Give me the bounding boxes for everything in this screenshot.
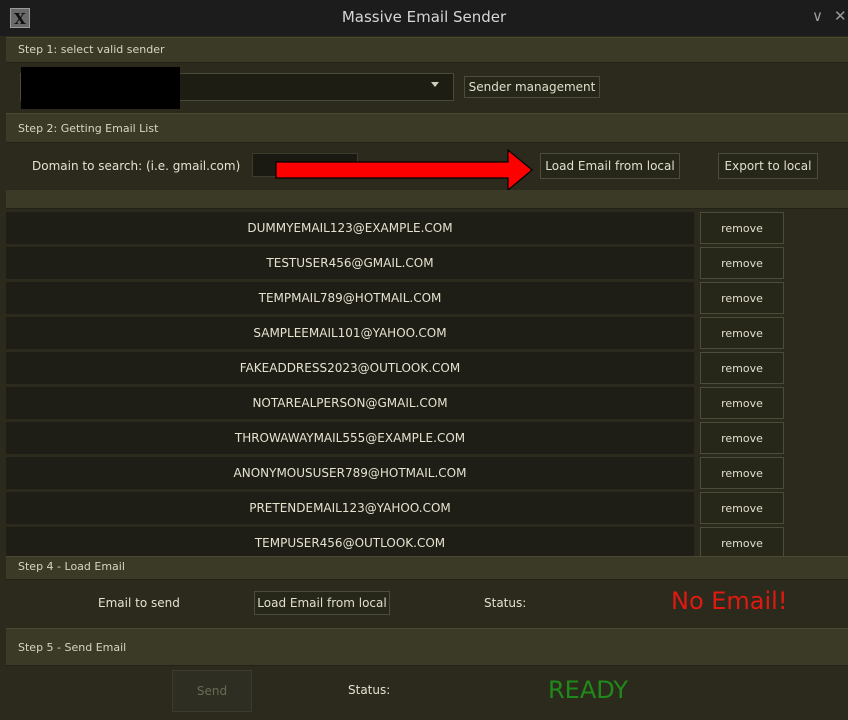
email-row: SAMPLEEMAIL101@YAHOO.COM	[6, 317, 694, 350]
step4-status-label: Status:	[484, 596, 527, 610]
remove-button[interactable]: remove	[700, 212, 784, 244]
email-address: SAMPLEEMAIL101@YAHOO.COM	[253, 326, 447, 340]
step4-label: Step 4 - Load Email	[18, 560, 125, 573]
red-arrow-icon	[275, 148, 533, 192]
send-button[interactable]: Send	[172, 670, 252, 712]
email-address: FAKEADDRESS2023@OUTLOOK.COM	[239, 361, 461, 375]
list-header-band	[6, 190, 848, 209]
step5-status-value: READY	[548, 676, 629, 704]
remove-button[interactable]: remove	[700, 282, 784, 314]
step1-label: Step 1: select valid sender	[18, 43, 165, 56]
load-email-button[interactable]: Load Email from local	[540, 153, 680, 179]
remove-button[interactable]: remove	[700, 527, 784, 559]
step5-header: Step 5 - Send Email	[6, 628, 848, 666]
step5-label: Step 5 - Send Email	[18, 641, 127, 654]
close-icon[interactable]: ✕	[834, 7, 847, 25]
email-row: FAKEADDRESS2023@OUTLOOK.COM	[6, 352, 694, 385]
email-address: TESTUSER456@GMAIL.COM	[266, 256, 434, 270]
remove-button[interactable]: remove	[700, 422, 784, 454]
email-row: TESTUSER456@GMAIL.COM	[6, 247, 694, 280]
step4-header: Step 4 - Load Email	[6, 556, 848, 580]
export-button[interactable]: Export to local	[718, 153, 818, 179]
step5-status-label: Status:	[348, 683, 391, 697]
sender-management-button[interactable]: Sender management	[464, 76, 600, 98]
email-address: NOTAREALPERSON@GMAIL.COM	[252, 396, 448, 410]
email-address: ANONYMOUSUSER789@HOTMAIL.COM	[233, 466, 467, 480]
domain-label: Domain to search: (i.e. gmail.com)	[32, 159, 241, 173]
remove-button[interactable]: remove	[700, 352, 784, 384]
step2-header: Step 2: Getting Email List	[6, 113, 848, 143]
email-address: PRETENDEMAIL123@YAHOO.COM	[249, 501, 451, 515]
email-address: THROWAWAYMAIL555@EXAMPLE.COM	[234, 431, 466, 445]
load-email-button-step4[interactable]: Load Email from local	[254, 591, 390, 615]
title-bar: X Massive Email Sender ∨ ✕	[0, 0, 848, 36]
chevron-down-icon	[431, 82, 439, 87]
email-row: TEMPMAIL789@HOTMAIL.COM	[6, 282, 694, 315]
step1-header: Step 1: select valid sender	[6, 37, 848, 63]
remove-button[interactable]: remove	[700, 317, 784, 349]
email-to-send-label: Email to send	[98, 596, 180, 610]
email-address: DUMMYEMAIL123@EXAMPLE.COM	[247, 221, 453, 235]
remove-button[interactable]: remove	[700, 457, 784, 489]
email-address: TEMPMAIL789@HOTMAIL.COM	[258, 291, 442, 305]
step2-label: Step 2: Getting Email List	[18, 122, 159, 135]
email-row: DUMMYEMAIL123@EXAMPLE.COM	[6, 212, 694, 245]
step4-status-value: No Email!	[671, 587, 788, 615]
window-title: Massive Email Sender	[341, 8, 507, 26]
email-row: THROWAWAYMAIL555@EXAMPLE.COM	[6, 422, 694, 455]
email-row: NOTAREALPERSON@GMAIL.COM	[6, 387, 694, 420]
redacted-box	[21, 67, 180, 109]
email-row: ANONYMOUSUSER789@HOTMAIL.COM	[6, 457, 694, 490]
remove-button[interactable]: remove	[700, 387, 784, 419]
email-row: PRETENDEMAIL123@YAHOO.COM	[6, 492, 694, 525]
minimize-icon[interactable]: ∨	[812, 7, 823, 25]
email-address: TEMPUSER456@OUTLOOK.COM	[254, 536, 446, 550]
remove-button[interactable]: remove	[700, 247, 784, 279]
remove-button[interactable]: remove	[700, 492, 784, 524]
